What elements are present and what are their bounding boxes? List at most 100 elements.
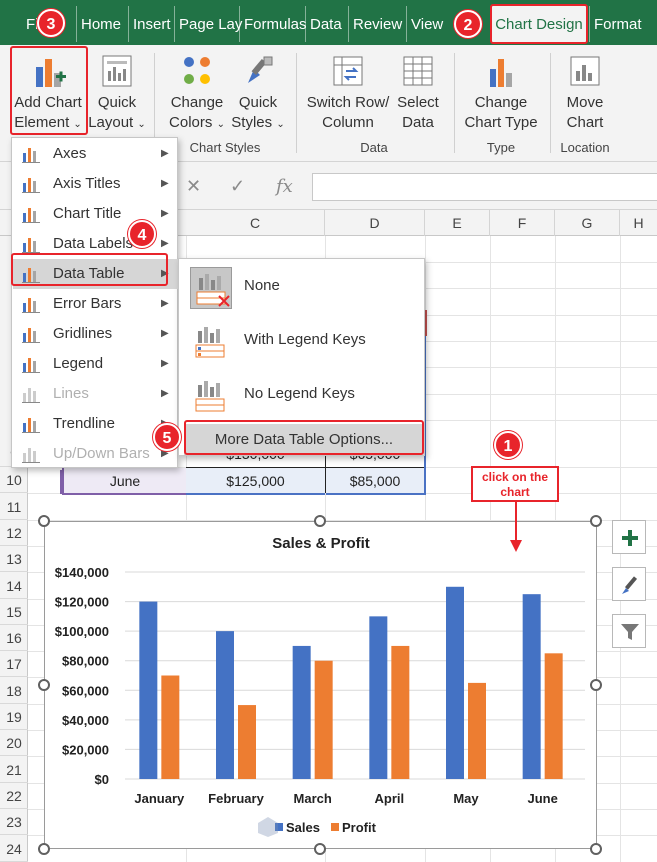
chevron-right-icon: ▶	[161, 328, 169, 339]
row-header[interactable]: 13	[0, 546, 28, 573]
bar-profit-february[interactable]	[238, 705, 256, 779]
row-header[interactable]: 15	[0, 599, 28, 625]
column-header-h[interactable]: H	[620, 210, 657, 236]
trendline-icon	[21, 414, 41, 434]
add-chart-element-label-2: Element	[14, 114, 70, 131]
chart-styles-button[interactable]	[612, 567, 646, 601]
bar-profit-march[interactable]	[314, 660, 333, 779]
submenu-item-no-legend-keys[interactable]: No Legend Keys	[180, 369, 424, 421]
cell-profit[interactable]: $85,000	[326, 468, 426, 495]
row-header[interactable]: 10	[0, 467, 28, 494]
bar-profit-may[interactable]	[468, 682, 486, 779]
submenu-item-none[interactable]: None	[180, 261, 424, 313]
y-tick-label: $20,000	[62, 742, 109, 757]
resize-handle-top[interactable]	[314, 515, 326, 527]
cancel-icon[interactable]: ✕	[186, 176, 201, 197]
chart-title[interactable]: Sales & Profit	[272, 535, 370, 552]
row-header[interactable]: 21	[0, 757, 28, 783]
change-colors-button[interactable]: Change Colors ⌄	[164, 53, 230, 135]
resize-handle-bottom-left[interactable]	[38, 843, 50, 855]
bar-sales-june[interactable]	[522, 594, 541, 779]
tab-home[interactable]: Home	[76, 6, 121, 42]
insert-function-icon[interactable]: fx	[276, 176, 293, 197]
row-header[interactable]: 12	[0, 520, 28, 546]
chart-area[interactable]: Sales & Profit $0 $20,000 $40,000 $60,000 $8…	[44, 521, 597, 849]
row-header[interactable]: 19	[0, 704, 28, 730]
resize-handle-bottom-right[interactable]	[590, 843, 602, 855]
chart-bars	[139, 586, 563, 780]
y-axis-labels: $0 $20,000 $40,000 $60,000 $80,000 $100,000 $1…	[55, 565, 109, 787]
column-header-f[interactable]: F	[490, 210, 555, 236]
bar-profit-june[interactable]	[544, 653, 563, 779]
bar-profit-april[interactable]	[391, 645, 410, 779]
row-header[interactable]: 18	[0, 678, 28, 704]
enter-icon[interactable]: ✓	[230, 176, 245, 197]
switch-row-column-button[interactable]: Switch Row/ Column	[304, 53, 392, 133]
callout-line-2: chart	[500, 485, 530, 499]
menu-item-axis-titles[interactable]: Axis Titles ▶	[13, 169, 178, 199]
menu-item-data-table[interactable]: Data Table ▶	[13, 259, 178, 289]
column-header-e[interactable]: E	[425, 210, 490, 236]
row-header[interactable]: 20	[0, 730, 28, 757]
chart-filters-button[interactable]	[612, 614, 646, 648]
chart-elements-button[interactable]	[612, 520, 646, 554]
more-data-table-options[interactable]: More Data Table Options...	[184, 424, 424, 455]
tab-insert[interactable]: Insert	[128, 6, 171, 42]
quick-layout-button[interactable]: Quick Layout ⌄	[88, 53, 146, 135]
menu-item-up-down-bars[interactable]: Up/Down Bars ▶	[13, 439, 178, 469]
menu-item-gridlines[interactable]: Gridlines ▶	[13, 319, 178, 349]
formula-input[interactable]	[312, 173, 657, 201]
submenu-item-with-legend-keys[interactable]: With Legend Keys	[180, 315, 424, 367]
bar-sales-may[interactable]	[446, 586, 464, 779]
step-marker-1: 1	[494, 431, 522, 459]
quick-styles-button[interactable]: Quick Styles ⌄	[230, 53, 286, 135]
tab-page-layout[interactable]: Page Lay	[174, 6, 242, 42]
bar-sales-march[interactable]	[292, 645, 311, 779]
menu-item-axes[interactable]: Axes ▶	[13, 139, 178, 169]
bar-sales-february[interactable]	[216, 631, 234, 779]
y-tick-label: $40,000	[62, 713, 109, 728]
up-down-bars-icon	[21, 444, 41, 464]
resize-handle-top-right[interactable]	[590, 515, 602, 527]
tab-review[interactable]: Review	[348, 6, 402, 42]
x-tick-label: January	[134, 791, 185, 806]
row-header[interactable]: 11	[0, 494, 28, 520]
resize-handle-top-left[interactable]	[38, 515, 50, 527]
add-chart-element-button[interactable]: Add Chart Element ⌄	[10, 53, 86, 135]
menu-item-label: Chart Title	[53, 205, 122, 222]
row-header[interactable]: 16	[0, 625, 28, 652]
menu-item-lines[interactable]: Lines ▶	[13, 379, 178, 409]
row-header[interactable]: 24	[0, 836, 28, 862]
menu-item-legend[interactable]: Legend ▶	[13, 349, 178, 379]
cell-sales[interactable]: $125,000	[186, 468, 325, 495]
tab-view[interactable]: View	[406, 6, 443, 42]
axes-icon	[21, 144, 41, 164]
change-chart-type-label-2: Chart Type	[464, 114, 538, 131]
resize-handle-bottom[interactable]	[314, 843, 326, 855]
cell-month[interactable]: June	[62, 468, 186, 495]
row-header[interactable]: 23	[0, 809, 28, 836]
menu-item-chart-title[interactable]: Chart Title ▶	[13, 199, 178, 229]
change-chart-type-button[interactable]: Change Chart Type	[460, 53, 542, 133]
chevron-down-icon: ⌄	[216, 119, 225, 130]
tab-format[interactable]: Format	[589, 6, 642, 42]
move-chart-button[interactable]: Move Chart	[556, 53, 614, 133]
select-data-button[interactable]: Select Data	[392, 53, 444, 133]
bar-sales-january[interactable]	[139, 601, 158, 779]
column-header-d[interactable]: D	[325, 210, 425, 236]
resize-handle-left[interactable]	[38, 679, 50, 691]
tab-data[interactable]: Data	[305, 6, 342, 42]
column-header-g[interactable]: G	[555, 210, 620, 236]
row-header[interactable]: 22	[0, 783, 28, 809]
menu-item-error-bars[interactable]: Error Bars ▶	[13, 289, 178, 319]
bar-sales-april[interactable]	[369, 616, 388, 779]
tab-chart-design[interactable]: Chart Design	[492, 6, 586, 42]
row-header[interactable]: 14	[0, 573, 28, 599]
axis-titles-icon	[21, 174, 41, 194]
row-header[interactable]: 17	[0, 651, 28, 678]
tab-formulas[interactable]: Formulas	[239, 6, 307, 42]
resize-handle-right[interactable]	[590, 679, 602, 691]
bar-profit-january[interactable]	[161, 675, 180, 780]
switch-row-column-icon	[333, 56, 363, 86]
column-header-c[interactable]: C	[186, 210, 325, 236]
